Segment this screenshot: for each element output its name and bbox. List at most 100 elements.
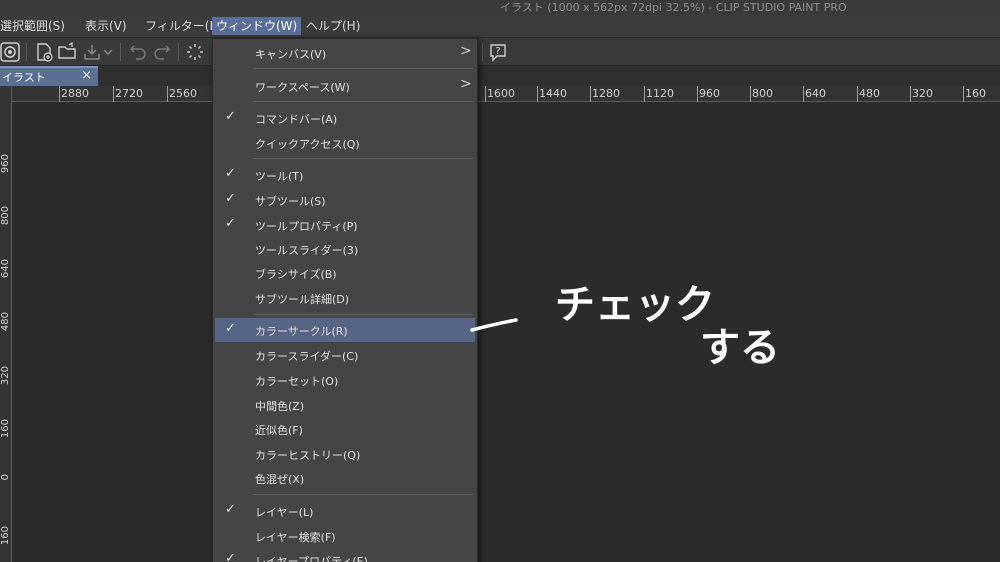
window-menu-dropdown: キャンバス(V) > ワークスペース(W) > ✓ コマンドバー(A) クイック…: [212, 38, 478, 562]
menu-separator: [253, 158, 473, 159]
ruler-tick: [167, 86, 168, 102]
menu-item-label: レイヤープロパティ(E): [255, 555, 368, 562]
menu-item-canvas[interactable]: キャンバス(V) >: [215, 41, 475, 65]
ruler-tick: [803, 86, 804, 102]
menu-item-color-mixing[interactable]: 色混ぜ(X): [215, 466, 475, 490]
redo-icon[interactable]: [152, 42, 172, 62]
menu-item-quick-access[interactable]: クイックアクセス(Q): [215, 131, 475, 155]
ruler-tick: [644, 86, 645, 102]
ruler-label: 160: [0, 526, 11, 546]
ruler-label: 960: [0, 154, 11, 174]
ruler-label: 1120: [646, 87, 674, 100]
menu-item-color-set[interactable]: カラーセット(O): [215, 368, 475, 392]
loading-icon[interactable]: [185, 42, 205, 62]
ruler-label: 640: [0, 259, 11, 279]
menu-item-approximate-color[interactable]: 近似色(F): [215, 417, 475, 441]
ruler-tick: [590, 86, 591, 102]
menu-item-color-slider[interactable]: カラースライダー(C): [215, 343, 475, 367]
ruler-label: 1600: [487, 87, 515, 100]
chevron-down-icon[interactable]: [101, 42, 115, 62]
menu-item-tool-property[interactable]: ✓ ツールプロパティ(P): [215, 213, 475, 237]
ruler-label: 160: [965, 87, 986, 100]
document-tab-label: イラスト: [2, 71, 46, 84]
menu-item-label: キャンバス(V): [255, 48, 327, 61]
menu-separator: [253, 68, 473, 69]
command-separator: [26, 43, 27, 61]
menu-separator: [253, 101, 473, 102]
menu-item-label: クイックアクセス(Q): [255, 138, 360, 151]
check-icon: ✓: [225, 191, 236, 206]
ruler-label: 0: [0, 474, 11, 481]
ruler-label: 480: [859, 87, 880, 100]
help-icon[interactable]: ?: [488, 42, 508, 62]
svg-text:?: ?: [495, 46, 500, 57]
menu-item-sub-tool-detail[interactable]: サブツール詳細(D): [215, 286, 475, 310]
menu-item-layer-search[interactable]: レイヤー検索(F): [215, 524, 475, 548]
menu-separator: [253, 314, 473, 315]
menu-item-label: カラースライダー(C): [255, 350, 359, 363]
ruler-label: 2720: [115, 87, 143, 100]
menu-item-label: レイヤー検索(F): [255, 531, 336, 544]
menu-selection[interactable]: 選択範囲(S): [0, 17, 69, 35]
menu-filter[interactable]: フィルター(I): [141, 17, 222, 35]
close-icon[interactable]: ×: [81, 68, 92, 83]
menu-item-label: カラーセット(O): [255, 375, 339, 388]
menu-item-layer[interactable]: ✓ レイヤー(L): [215, 499, 475, 523]
new-file-icon[interactable]: [34, 42, 54, 62]
ruler-tick: [113, 86, 114, 102]
ruler-label: 320: [0, 366, 11, 386]
title-bar: イラスト (1000 x 562px 72dpi 32.5%) - CLIP S…: [0, 0, 1000, 14]
menu-item-brush-size[interactable]: ブラシサイズ(B): [215, 261, 475, 285]
command-bar: ?: [0, 38, 1000, 66]
menu-item-label: ブラシサイズ(B): [255, 268, 337, 281]
annotation-text-check: チェック: [555, 282, 715, 328]
ruler-vertical[interactable]: 960 800 640 480 320 160 0 160: [0, 86, 12, 562]
clip-studio-icon[interactable]: [0, 42, 20, 62]
menu-view[interactable]: 表示(V): [81, 17, 131, 35]
document-tab-bar: イラスト ×: [0, 66, 1000, 86]
ruler-tick: [697, 86, 698, 102]
menu-item-label: サブツール(S): [255, 195, 326, 208]
menu-bar: 選択範囲(S) 表示(V) フィルター(I) ウィンドウ(W) ヘルプ(H): [0, 14, 1000, 38]
ruler-tick: [750, 86, 751, 102]
menu-item-tool-slider[interactable]: ツールスライダー(3): [215, 237, 475, 261]
menu-item-color-history[interactable]: カラーヒストリー(Q): [215, 442, 475, 466]
menu-item-label: ツールスライダー(3): [255, 244, 359, 257]
annotation-pointer-line: [470, 318, 518, 332]
check-icon: ✓: [225, 109, 236, 124]
menu-item-sub-tool[interactable]: ✓ サブツール(S): [215, 188, 475, 212]
menu-item-intermediate-color[interactable]: 中間色(Z): [215, 393, 475, 417]
menu-item-tool[interactable]: ✓ ツール(T): [215, 163, 475, 187]
ruler-tick: [485, 86, 486, 102]
ruler-label: 320: [912, 87, 933, 100]
ruler-label: 1440: [539, 87, 567, 100]
ruler-horizontal[interactable]: 2880 2720 2560 1600 1440 1280 1120 960 8…: [12, 86, 1000, 102]
menu-item-label: レイヤー(L): [255, 506, 314, 519]
check-icon: ✓: [225, 551, 236, 562]
menu-item-layer-property[interactable]: ✓ レイヤープロパティ(E): [215, 548, 475, 562]
ruler-label: 2560: [169, 87, 197, 100]
ruler-label: 480: [0, 312, 11, 332]
menu-item-label: 色混ぜ(X): [255, 473, 305, 486]
ruler-tick: [857, 86, 858, 102]
menu-window[interactable]: ウィンドウ(W): [212, 17, 302, 35]
menu-item-color-wheel[interactable]: ✓ カラーサークル(R): [215, 318, 475, 342]
menu-item-label: サブツール詳細(D): [255, 293, 350, 306]
open-folder-icon[interactable]: [57, 42, 77, 62]
ruler-tick: [910, 86, 911, 102]
ruler-label: 800: [0, 206, 11, 226]
menu-help[interactable]: ヘルプ(H): [302, 17, 364, 35]
menu-item-label: カラーヒストリー(Q): [255, 449, 361, 462]
save-icon[interactable]: [82, 42, 102, 62]
menu-item-label: 近似色(F): [255, 424, 303, 437]
document-tab[interactable]: イラスト ×: [0, 66, 98, 86]
menu-item-command-bar[interactable]: ✓ コマンドバー(A): [215, 106, 475, 130]
ruler-label: 160: [0, 419, 11, 439]
ruler-label: 960: [699, 87, 720, 100]
chevron-right-icon: >: [460, 76, 472, 92]
menu-item-label: ワークスペース(W): [255, 81, 350, 94]
check-icon: ✓: [225, 216, 236, 231]
chevron-right-icon: >: [460, 43, 472, 59]
undo-icon[interactable]: [128, 42, 148, 62]
menu-item-workspace[interactable]: ワークスペース(W) >: [215, 74, 475, 98]
